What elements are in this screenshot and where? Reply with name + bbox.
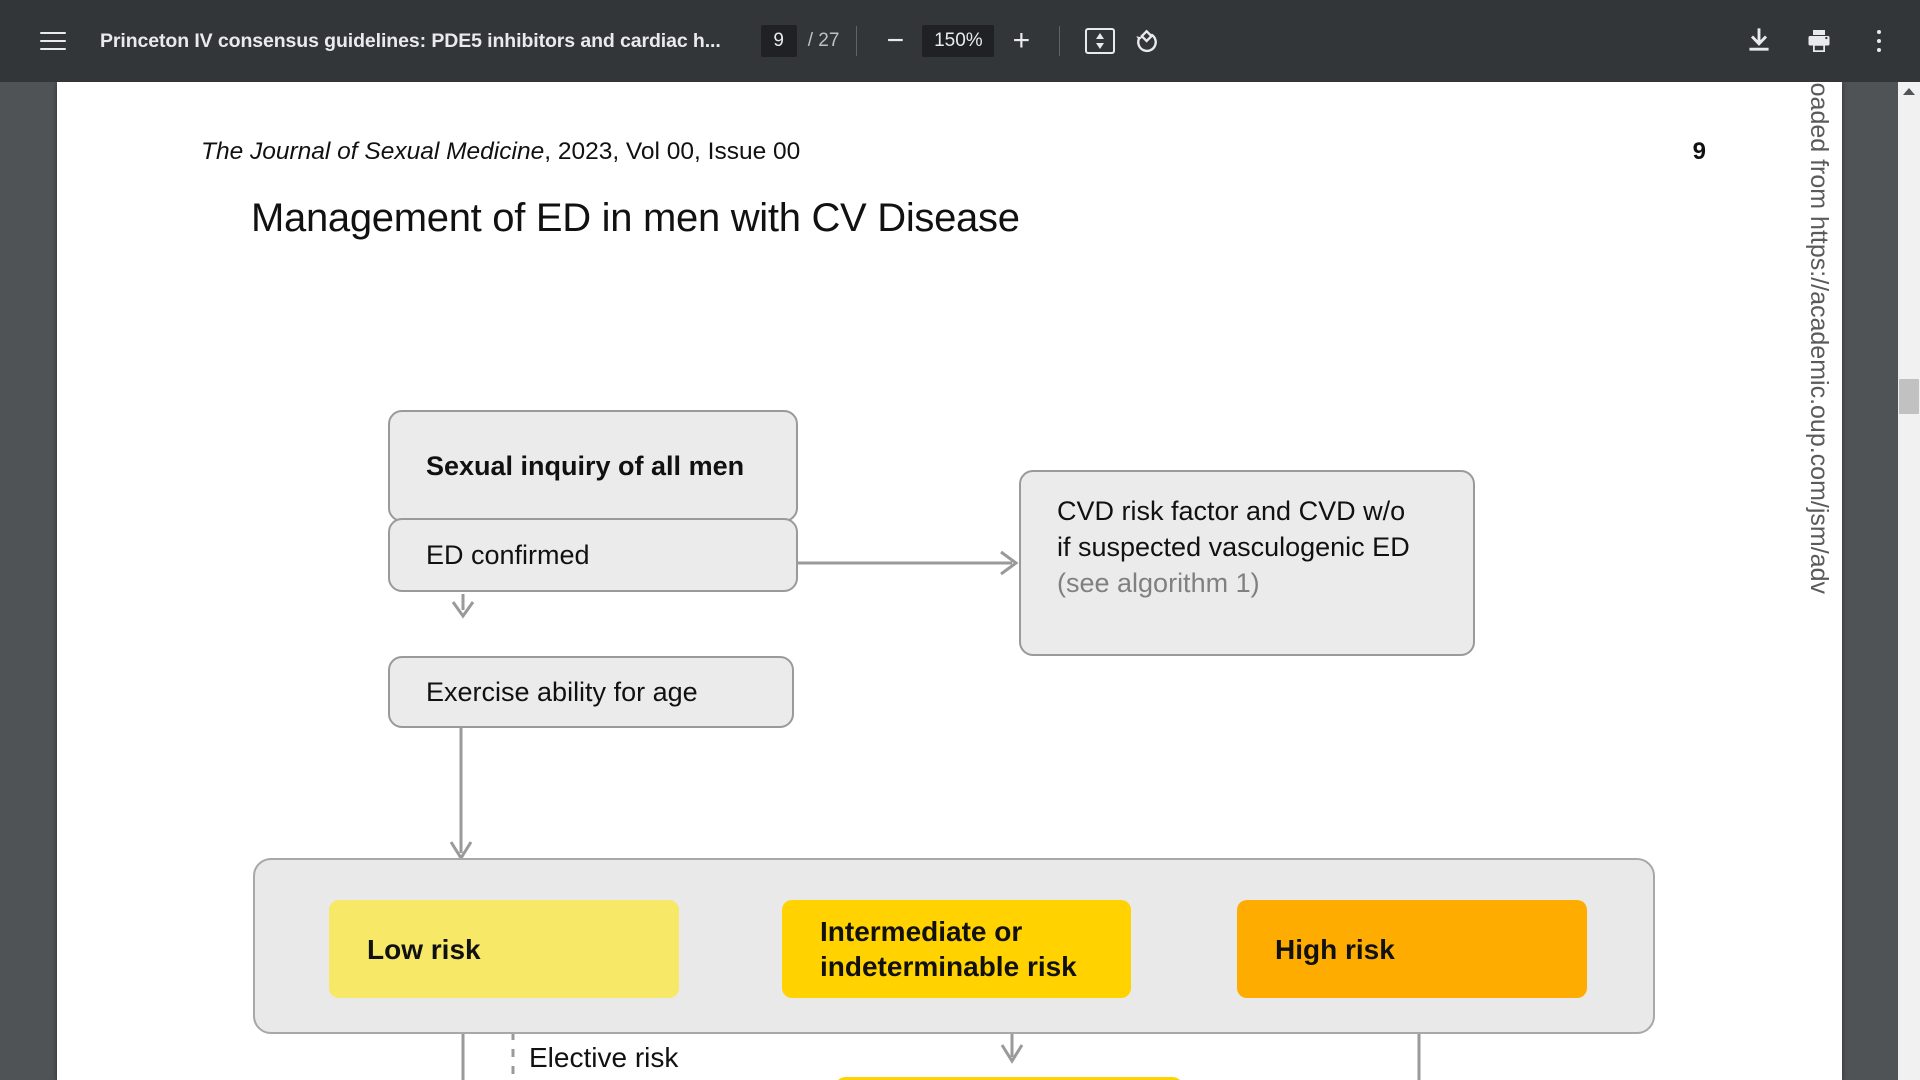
risk-box-low-label: Low risk: [367, 932, 481, 967]
node-cvd-line-1: CVD risk factor and CVD w/o: [1057, 494, 1473, 530]
scroll-up-arrow-icon[interactable]: [1903, 88, 1915, 95]
download-watermark: Downloaded from https://academic.oup.com…: [1804, 82, 1833, 594]
fit-to-page-icon: [1085, 28, 1115, 54]
fit-to-page-button[interactable]: [1077, 18, 1123, 64]
zoom-controls: − 150% +: [874, 20, 1042, 62]
node-cvd-line-2: if suspected vasculogenic ED: [1057, 530, 1473, 566]
download-icon: [1744, 26, 1774, 56]
node-ed-confirmed: ED confirmed: [388, 518, 798, 592]
risk-box-intermediate: Intermediate or indeterminable risk: [782, 900, 1131, 998]
node-ed-confirmed-label: ED confirmed: [426, 540, 590, 571]
node-sexual-inquiry-label: Sexual inquiry of all men: [426, 451, 744, 482]
print-icon: [1804, 26, 1834, 56]
node-cvd-line-3: (see algorithm 1): [1057, 566, 1473, 602]
risk-box-high-label: High risk: [1275, 932, 1395, 967]
elective-label-line-1: Elective risk: [529, 1040, 678, 1076]
pdf-viewport[interactable]: The Journal of Sexual Medicine, 2023, Vo…: [0, 82, 1920, 1080]
toolbar-divider-2: [1059, 26, 1060, 56]
more-options-button[interactable]: [1856, 18, 1902, 64]
page-number-input[interactable]: [761, 25, 797, 57]
node-cvd-risk-factor: CVD risk factor and CVD w/o if suspected…: [1019, 470, 1475, 656]
zoom-out-button[interactable]: −: [874, 20, 916, 62]
risk-box-intermediate-label-1: Intermediate or: [820, 914, 1131, 949]
rotate-icon: [1131, 26, 1161, 56]
sidebar-toggle-button[interactable]: [30, 18, 76, 64]
pdf-page: The Journal of Sexual Medicine, 2023, Vo…: [57, 82, 1842, 1080]
elective-label-line-2: assessment: [529, 1076, 678, 1080]
scroll-thumb[interactable]: [1899, 379, 1919, 414]
toolbar-right-actions: [1736, 18, 1902, 64]
vertical-scrollbar[interactable]: [1898, 82, 1920, 1080]
pdf-viewer-toolbar: Princeton IV consensus guidelines: PDE5 …: [0, 0, 1920, 82]
risk-box-high: High risk: [1237, 900, 1587, 998]
rotate-button[interactable]: [1123, 18, 1169, 64]
page-total-label: / 27: [808, 30, 840, 52]
hamburger-menu-icon: [40, 32, 66, 51]
elective-risk-assessment-label: Elective risk assessment: [529, 1040, 678, 1080]
node-exercise-ability: Exercise ability for age: [388, 656, 794, 728]
more-options-icon: [1877, 30, 1882, 53]
print-button[interactable]: [1796, 18, 1842, 64]
zoom-level-value[interactable]: 150%: [922, 25, 994, 57]
risk-box-intermediate-label-2: indeterminable risk: [820, 949, 1131, 984]
node-sexual-inquiry: Sexual inquiry of all men: [388, 410, 798, 522]
document-title: Princeton IV consensus guidelines: PDE5 …: [100, 30, 721, 53]
download-button[interactable]: [1736, 18, 1782, 64]
toolbar-divider-1: [856, 26, 857, 56]
zoom-in-button[interactable]: +: [1000, 20, 1042, 62]
node-exercise-ability-label: Exercise ability for age: [426, 677, 698, 708]
page-navigation: / 27: [761, 25, 840, 57]
risk-box-low: Low risk: [329, 900, 679, 998]
